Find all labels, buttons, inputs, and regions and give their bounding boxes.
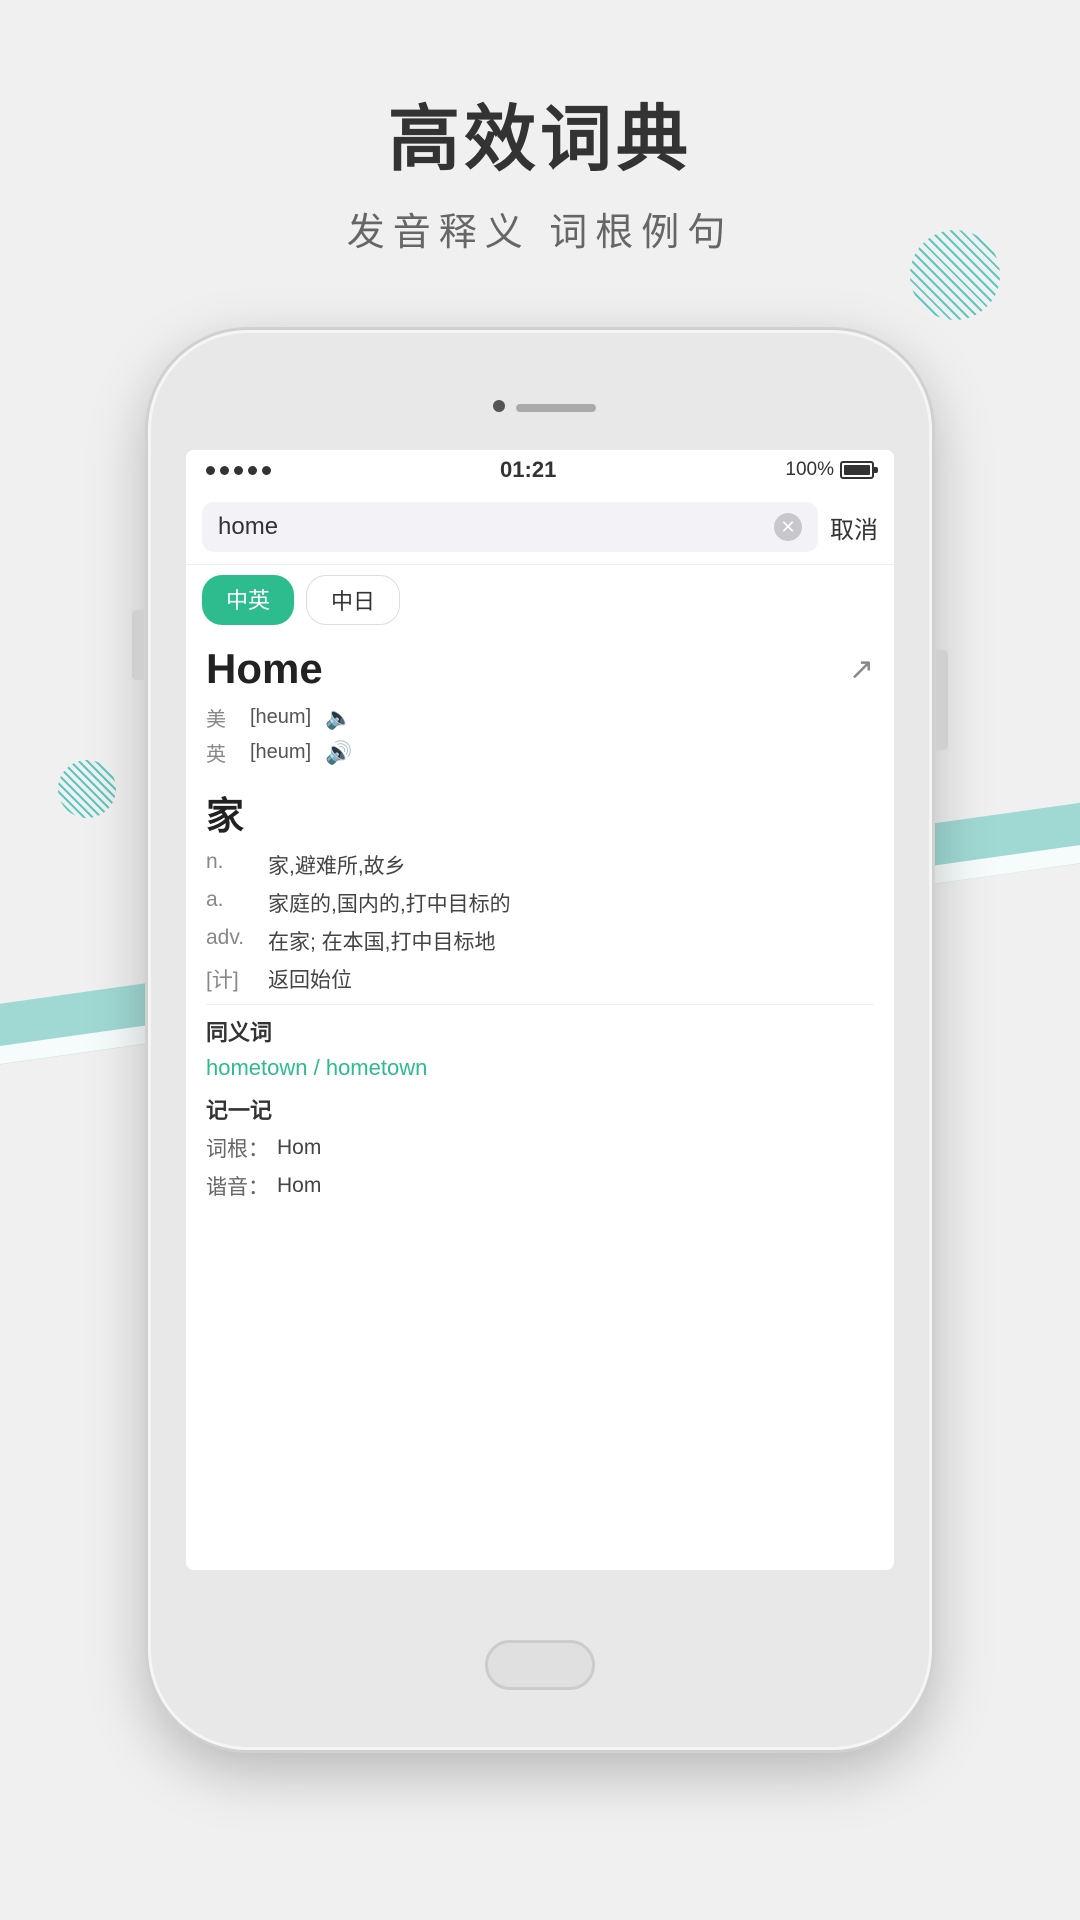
word-header: Home ↗︎ — [206, 645, 874, 693]
tabs-container: 中英 中日 — [186, 565, 894, 635]
search-query: home — [218, 513, 766, 541]
speaker-icon-uk[interactable]: 🔊 — [325, 740, 352, 766]
battery-icon — [840, 461, 874, 479]
memory-root-value: Hom — [277, 1136, 321, 1160]
search-input-wrap[interactable]: home ✕ — [202, 502, 818, 552]
share-icon[interactable]: ↗︎ — [849, 652, 874, 687]
deco-circle-left — [58, 760, 116, 818]
phone-earpiece — [493, 400, 505, 412]
divider-1 — [206, 1004, 874, 1005]
def-noun: 家,避难所,故乡 — [268, 850, 874, 880]
memory-sound-label: 谐音： — [206, 1171, 269, 1201]
signal-dot-4 — [248, 466, 257, 475]
pron-label-uk: 英 — [206, 738, 236, 767]
pos-adj: a. — [206, 888, 256, 918]
page-title: 高效词典 — [0, 80, 1080, 185]
battery-fill — [844, 465, 870, 475]
pos-comp: [计] — [206, 964, 256, 994]
battery-percent: 100% — [785, 459, 834, 481]
pos-adv: adv. — [206, 926, 256, 956]
content-scroll[interactable]: home ✕ 取消 中英 中日 Home ↗︎ 美 [heum] — [186, 490, 894, 1570]
meaning-row-comp: [计] 返回始位 — [206, 964, 874, 994]
word-section: Home ↗︎ 美 [heum] 🔈 英 [heum] 🔊 — [186, 635, 894, 767]
memory-root-row: 词根： Hom — [206, 1133, 874, 1163]
speaker-icon-us[interactable]: 🔈 — [325, 705, 352, 731]
pron-label-us: 美 — [206, 703, 236, 732]
pron-row-uk: 英 [heum] 🔊 — [206, 738, 874, 767]
phone-shell: 01:21 100% home ✕ 取消 中英 中日 — [148, 330, 932, 1750]
pron-row-us: 美 [heum] 🔈 — [206, 703, 874, 732]
phone-speaker — [516, 404, 596, 412]
memory-sound-row: 谐音： Hom — [206, 1171, 874, 1201]
meaning-row-noun: n. 家,避难所,故乡 — [206, 850, 874, 880]
def-adv: 在家; 在本国,打中目标地 — [268, 926, 874, 956]
status-right: 100% — [785, 459, 874, 481]
tab-chinese-english[interactable]: 中英 — [202, 575, 294, 625]
status-bar: 01:21 100% — [186, 450, 894, 490]
chinese-translation: 家 — [206, 785, 874, 840]
def-adj: 家庭的,国内的,打中目标的 — [268, 888, 874, 918]
phone-screen: 01:21 100% home ✕ 取消 中英 中日 — [186, 450, 894, 1570]
clear-button[interactable]: ✕ — [774, 513, 802, 541]
signal-dot-3 — [234, 466, 243, 475]
signal-dot-5 — [262, 466, 271, 475]
synonyms-label: 同义词 — [206, 1015, 874, 1047]
phone-top — [148, 390, 932, 440]
meaning-row-adv: adv. 在家; 在本国,打中目标地 — [206, 926, 874, 956]
signal-indicators — [206, 466, 271, 475]
tab-chinese-japanese[interactable]: 中日 — [306, 575, 400, 625]
memory-root-label: 词根： — [206, 1133, 269, 1163]
signal-dot-2 — [220, 466, 229, 475]
search-bar: home ✕ 取消 — [186, 490, 894, 565]
pron-phonetic-us: [heum] — [250, 706, 311, 729]
word-title: Home — [206, 645, 323, 693]
def-comp: 返回始位 — [268, 964, 874, 994]
home-button[interactable] — [485, 1640, 595, 1690]
title-area: 高效词典 发音释义 词根例句 — [0, 80, 1080, 256]
memory-label: 记一记 — [206, 1093, 874, 1125]
synonyms-items[interactable]: hometown / hometown — [206, 1055, 874, 1081]
cancel-button[interactable]: 取消 — [830, 510, 878, 545]
meaning-section: 家 n. 家,避难所,故乡 a. 家庭的,国内的,打中目标的 adv. 在家; … — [186, 773, 894, 1221]
page-subtitle: 发音释义 词根例句 — [0, 201, 1080, 256]
pos-noun: n. — [206, 850, 256, 880]
signal-dot-1 — [206, 466, 215, 475]
meaning-row-adj: a. 家庭的,国内的,打中目标的 — [206, 888, 874, 918]
status-time: 01:21 — [500, 457, 556, 483]
memory-sound-value: Hom — [277, 1174, 321, 1198]
pron-phonetic-uk: [heum] — [250, 741, 311, 764]
